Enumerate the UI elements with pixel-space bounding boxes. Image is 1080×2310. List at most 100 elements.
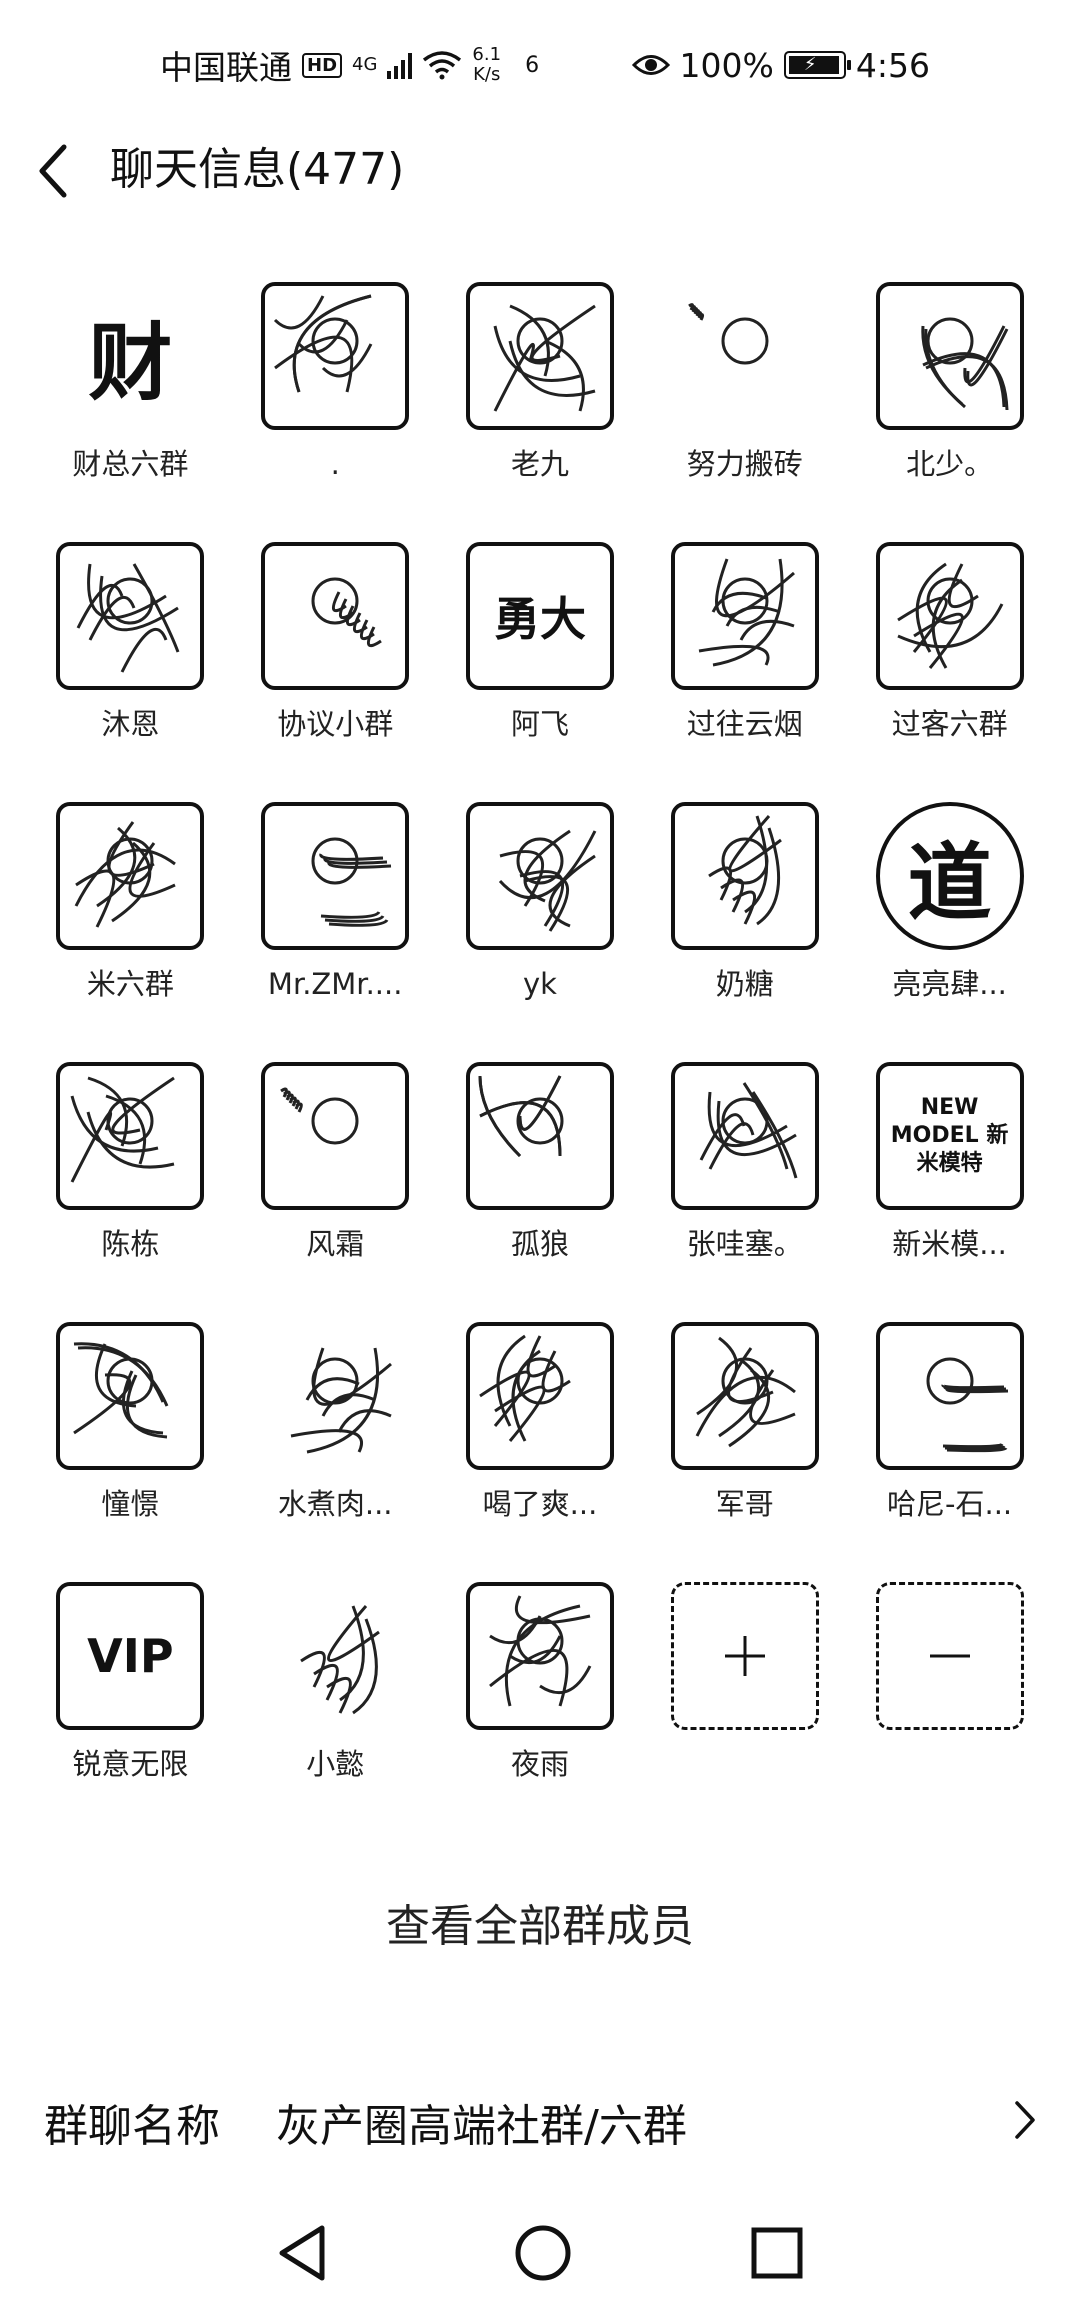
member-name: 憧憬 (101, 1487, 160, 1521)
member-name: 孤狼 (510, 1227, 569, 1261)
blank-avatar-icon[interactable] (261, 1582, 410, 1730)
portrait-avatar-icon[interactable] (56, 542, 205, 690)
vip-avatar-icon[interactable]: VIP (56, 1582, 205, 1730)
member-item[interactable]: 憧憬 (28, 1322, 233, 1582)
member-item[interactable]: 孤狼 (438, 1062, 643, 1322)
nav-back-icon[interactable] (270, 2218, 340, 2288)
member-name: 财总六群 (72, 447, 189, 481)
member-name: 努力搬砖 (686, 447, 803, 481)
member-item[interactable]: 财财总六群 (28, 282, 233, 542)
member-item[interactable]: yk (438, 802, 643, 1062)
round-calligraphy-avatar-icon[interactable]: 道 (875, 802, 1024, 950)
eye-icon (631, 55, 670, 75)
member-item[interactable]: 协议小群 (233, 542, 438, 802)
member-name: 过客六群 (891, 707, 1008, 741)
man-portrait-avatar-icon[interactable] (465, 802, 614, 950)
man-portrait-avatar-icon[interactable] (56, 1322, 205, 1470)
member-item[interactable]: 过客六群 (847, 542, 1052, 802)
nav-home-icon[interactable] (508, 2218, 578, 2288)
eagle-avatar-icon[interactable] (261, 1062, 410, 1210)
street-photo-avatar-icon[interactable] (465, 282, 614, 430)
avatar-sketch (695, 1336, 796, 1448)
avatar-sketch (478, 1075, 564, 1158)
member-item[interactable]: 米六群 (28, 802, 233, 1062)
avatar-sketch (311, 837, 392, 927)
member-item[interactable]: 军哥 (642, 1322, 847, 1582)
member-name: 米六群 (86, 967, 174, 1001)
remove-member-button-tile[interactable] (875, 1582, 1024, 1730)
landscape-avatar-icon[interactable] (261, 282, 410, 430)
member-item[interactable]: 哈尼-石... (847, 1322, 1052, 1582)
battery-icon: ⚡ (783, 51, 851, 79)
man-portrait-avatar-icon[interactable] (465, 1062, 614, 1210)
smiling-man-avatar-icon[interactable] (670, 1322, 819, 1470)
view-all-members-link[interactable]: 查看全部群成员 (0, 1890, 1080, 1954)
signal-icon (387, 51, 413, 79)
wifi-icon (423, 51, 462, 80)
beach-photo-avatar-icon[interactable] (875, 1322, 1024, 1470)
member-item[interactable]: 风霜 (233, 1062, 438, 1322)
avatar-sketch (70, 1076, 176, 1183)
group-name-row[interactable]: 群聊名称 灰产圈高端社群/六群 (0, 2080, 1080, 2160)
landscape-avatar-icon[interactable] (875, 542, 1024, 690)
member-item[interactable]: . (233, 282, 438, 542)
member-name: 协议小群 (277, 707, 394, 741)
member-item[interactable]: 陈栋 (28, 1062, 233, 1322)
member-item[interactable]: 水煮肉... (233, 1322, 438, 1582)
member-item[interactable]: 喝了爽... (438, 1322, 643, 1582)
member-item[interactable]: Mr.ZMr.... (233, 802, 438, 1062)
network-speed: 6.1 K/s (472, 45, 501, 85)
remove-member-button[interactable] (847, 1582, 1052, 1842)
member-item[interactable]: 沐恩 (28, 542, 233, 802)
avatar-sketch (75, 821, 177, 928)
geometric-avatar-icon[interactable] (56, 802, 205, 950)
member-item[interactable]: NEW MODEL 新米模特新米模... (847, 1062, 1052, 1322)
chevron-right-icon (1015, 2101, 1035, 2139)
status-right: 100% ⚡ 4:56 (631, 46, 930, 85)
member-item[interactable]: 努力搬砖 (642, 282, 847, 542)
member-item[interactable]: 老九 (438, 282, 643, 542)
member-item[interactable]: 勇大 阿飞 (438, 542, 643, 802)
calligraphy-avatar-icon[interactable]: 财 (56, 282, 205, 430)
member-name: 新米模... (892, 1227, 1007, 1261)
calligraphy-avatar-icon[interactable] (261, 542, 410, 690)
sketch-avatar-icon[interactable] (261, 802, 410, 950)
poster-avatar-icon[interactable]: 勇大 (465, 542, 614, 690)
doraemon-avatar-icon[interactable] (465, 1322, 614, 1470)
member-name: 北少。 (906, 447, 994, 481)
member-name: 军哥 (715, 1487, 774, 1521)
back-arrow-icon[interactable] (38, 143, 68, 199)
avatar-sketch (77, 563, 180, 673)
group-name-value: 灰产圈高端社群/六群 (276, 2101, 687, 2152)
member-grid: 财财总六群. 老九 努力搬砖 北少。沐恩协议小群 勇大 阿飞 过往云烟过客六群米六群 Mr.Z… (28, 282, 1052, 1842)
status-left: 中国联通 HD 4G 6.1 K/s 6 (160, 41, 539, 89)
logo-avatar-icon[interactable]: NEW MODEL 新米模特 (875, 1062, 1024, 1210)
member-item[interactable]: 过往云烟 (642, 542, 847, 802)
avatar-sketch (896, 562, 1003, 669)
add-member-button[interactable] (642, 1582, 847, 1842)
member-item[interactable]: 小懿 (233, 1582, 438, 1842)
outdoor-photo-avatar-icon[interactable] (465, 1582, 614, 1730)
member-item[interactable]: 奶糖 (642, 802, 847, 1062)
member-item[interactable]: 北少。 (847, 282, 1052, 542)
crowd-photo-avatar-icon[interactable] (670, 542, 819, 690)
add-member-button-tile[interactable] (670, 1582, 819, 1730)
member-item[interactable]: VIP 锐意无限 (28, 1582, 233, 1842)
network-type: 4G (352, 54, 378, 75)
avatar-text: 财 (88, 312, 173, 412)
speed-value: 6.1 (472, 44, 502, 65)
child-with-bear-avatar-icon[interactable] (670, 802, 819, 950)
member-name: . (330, 447, 340, 481)
member-item[interactable]: 张哇塞。 (642, 1062, 847, 1322)
member-name: 老九 (510, 447, 569, 481)
member-item[interactable]: 夜雨 (438, 1582, 643, 1842)
avatar-sketch (73, 1342, 169, 1439)
nav-recents-icon[interactable] (742, 2218, 812, 2288)
pattern-avatar-icon[interactable] (875, 282, 1024, 430)
speed-unit: K/s (473, 64, 501, 85)
man-glasses-avatar-icon[interactable] (56, 1062, 205, 1210)
baby-photo-avatar-icon[interactable] (670, 282, 819, 430)
cartoon-avatar-icon[interactable] (670, 1062, 819, 1210)
cartoon-kid-avatar-icon[interactable] (261, 1322, 410, 1470)
member-item[interactable]: 道亮亮肆... (847, 802, 1052, 1062)
